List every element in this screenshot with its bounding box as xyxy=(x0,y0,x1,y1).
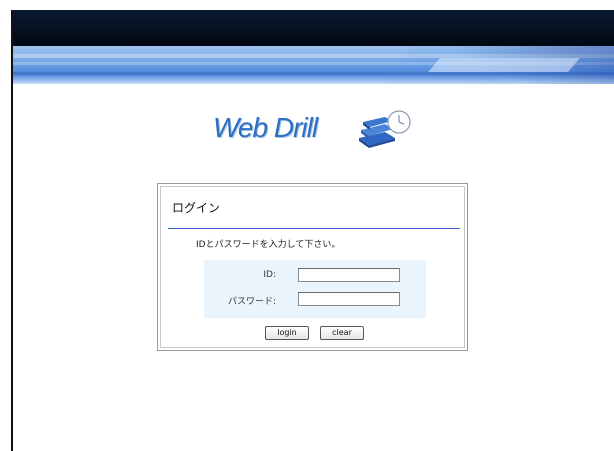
password-input[interactable] xyxy=(298,292,400,306)
title-divider xyxy=(168,228,460,229)
header-banner xyxy=(13,46,614,84)
login-title: ログイン xyxy=(172,201,221,215)
login-instruction: IDとパスワードを入力して下さい。 xyxy=(196,240,341,250)
web-drill-logo: Web Drill xyxy=(213,108,413,148)
login-panel: ログイン IDとパスワードを入力して下さい。 ID: パスワード: login … xyxy=(157,183,468,351)
page: Web Drill ログイン IDとパスワードを入力して下さい。 ID: パスワ… xyxy=(0,0,614,451)
id-label: ID: xyxy=(263,270,276,280)
books-clock-icon xyxy=(359,110,411,148)
top-header-bar xyxy=(13,10,614,46)
id-input[interactable] xyxy=(298,268,400,282)
password-label: パスワード: xyxy=(227,297,276,307)
login-button[interactable]: login xyxy=(265,326,309,340)
clear-button[interactable]: clear xyxy=(320,326,364,340)
logo-text: Web Drill xyxy=(213,112,318,143)
credentials-panel: ID: パスワード: xyxy=(204,260,426,318)
